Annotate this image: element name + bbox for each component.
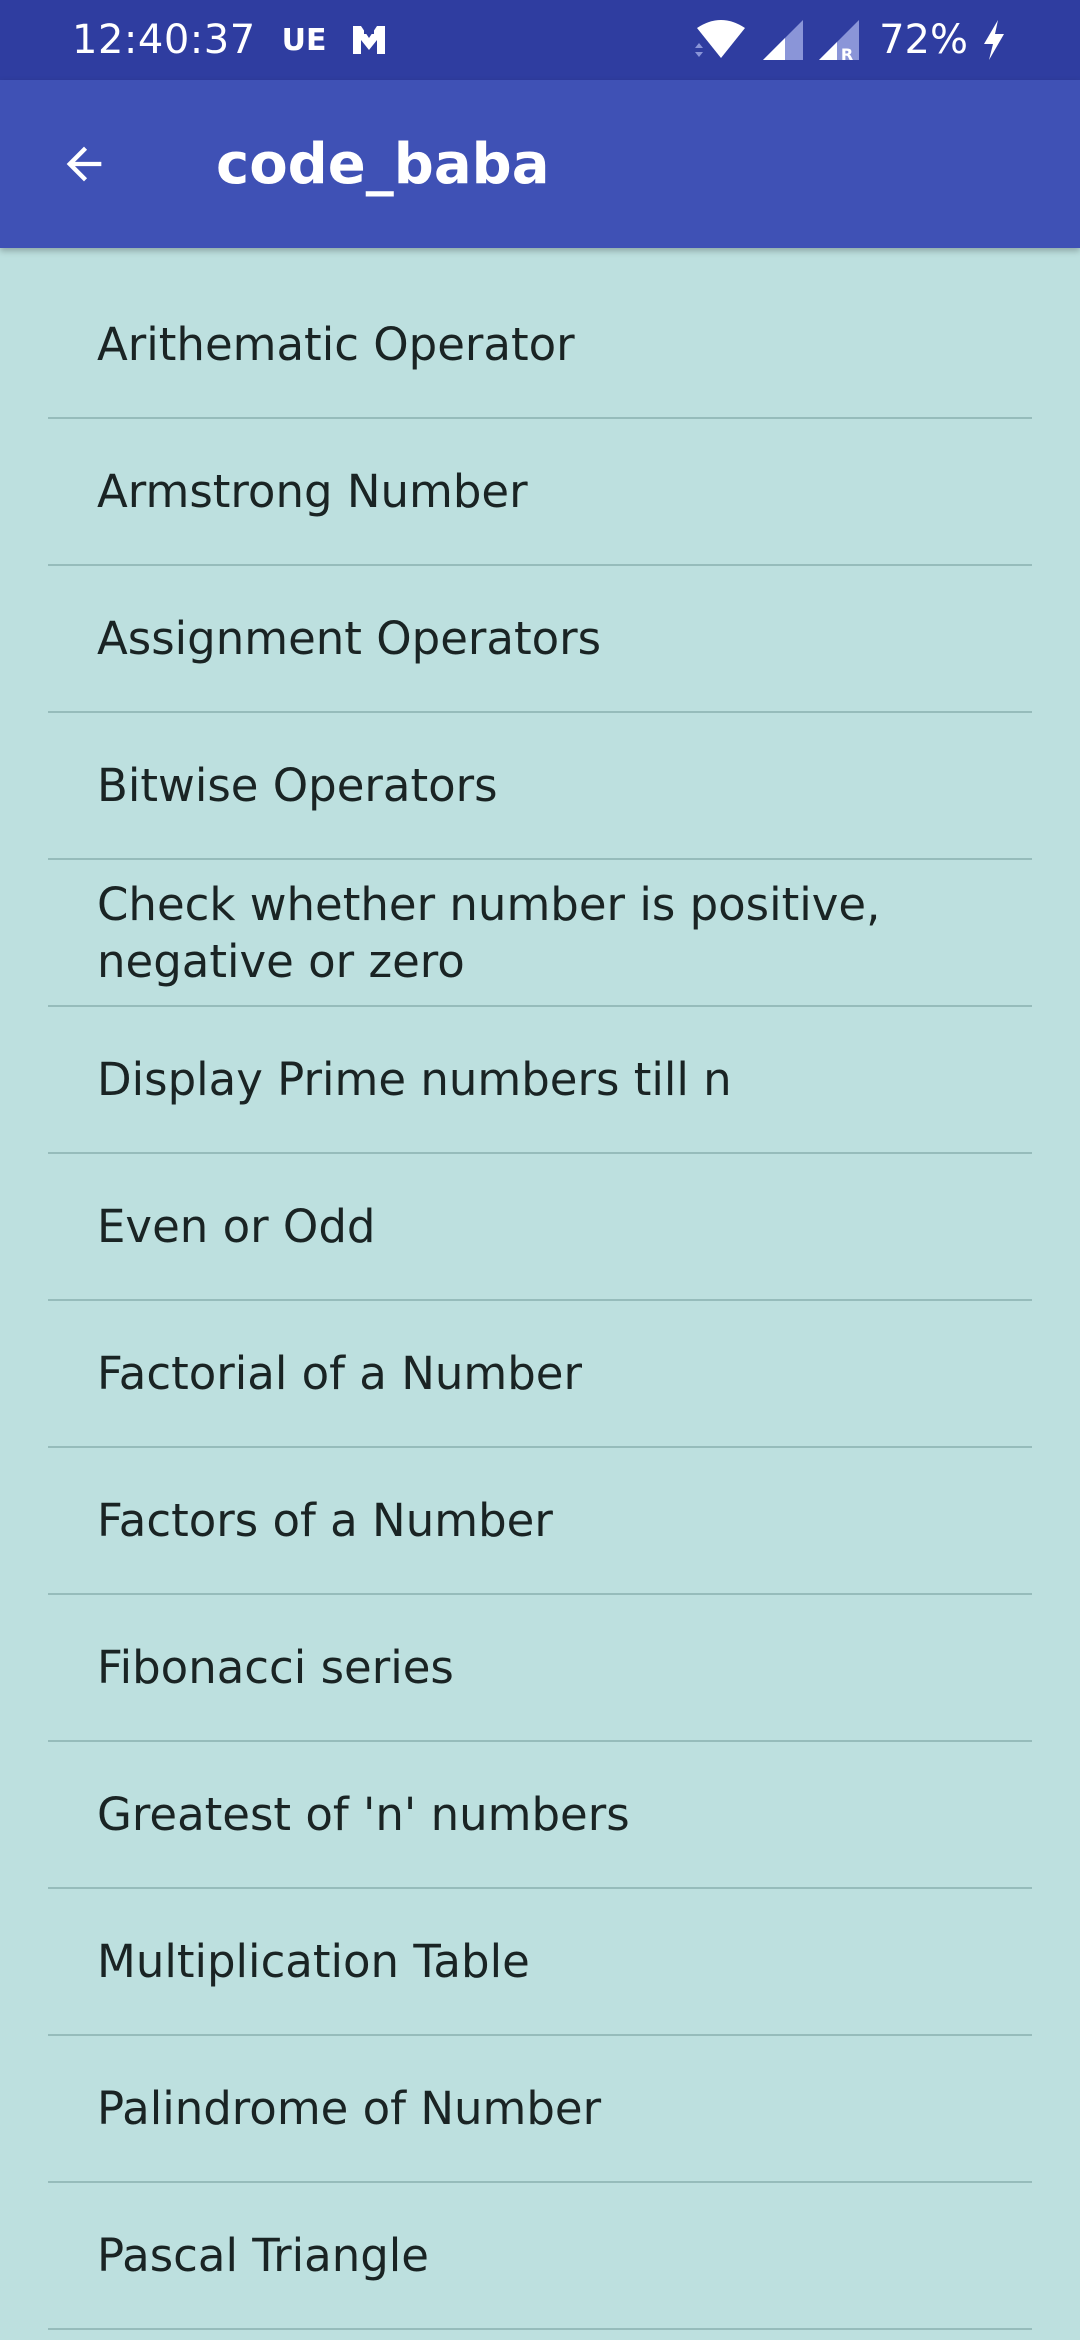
list-item[interactable]: Pascal Triangle: [48, 2183, 1032, 2330]
list-item[interactable]: Fibonacci series: [48, 1595, 1032, 1742]
list-item[interactable]: Multiplication Table: [48, 1889, 1032, 2036]
list-item[interactable]: Greatest of 'n' numbers: [48, 1742, 1032, 1889]
list-item-label: Display Prime numbers till n: [97, 1053, 732, 1106]
signal-icon: [761, 18, 805, 62]
list-item-label: Factors of a Number: [97, 1494, 553, 1547]
status-left: 12:40:37 UE: [72, 0, 389, 80]
status-right: R 72%: [681, 0, 1008, 80]
list-item[interactable]: Check whether number is positive, negati…: [48, 860, 1032, 1007]
list-item-label: Pascal Triangle: [97, 2229, 429, 2282]
status-time: 12:40:37: [72, 17, 256, 63]
status-bar: 12:40:37 UE R 72%: [0, 0, 1080, 80]
list-item[interactable]: Bitwise Operators: [48, 713, 1032, 860]
charging-icon: [980, 18, 1008, 62]
list-item[interactable]: Even or Odd: [48, 1154, 1032, 1301]
list-item-label: Palindrome of Number: [97, 2082, 602, 2135]
program-list[interactable]: Arithematic Operator Armstrong Number As…: [0, 248, 1080, 2340]
battery-percent: 72%: [879, 17, 968, 63]
list-item-label: Greatest of 'n' numbers: [97, 1788, 630, 1841]
signal-roaming-icon: R: [817, 18, 861, 62]
list-item[interactable]: Factors of a Number: [48, 1448, 1032, 1595]
list-item-label: Bitwise Operators: [97, 759, 498, 812]
list-item[interactable]: Factorial of a Number: [48, 1301, 1032, 1448]
status-carrier: UE: [281, 22, 327, 58]
list-item[interactable]: Assignment Operators: [48, 566, 1032, 713]
wifi-icon: [693, 18, 749, 62]
page-title: code_baba: [216, 131, 550, 197]
list-item-label: Fibonacci series: [97, 1641, 454, 1694]
arrow-back-icon: [66, 146, 102, 182]
list-item[interactable]: Arithematic Operator: [48, 272, 1032, 419]
list-item-label: Multiplication Table: [97, 1935, 530, 1988]
svg-text:R: R: [841, 45, 853, 62]
list-item[interactable]: Palindrome of Number: [48, 2036, 1032, 2183]
list-item[interactable]: Armstrong Number: [48, 419, 1032, 566]
list-item-label: Arithematic Operator: [97, 318, 575, 371]
list-item-label: Assignment Operators: [97, 612, 602, 665]
list-item-label: Check whether number is positive, negati…: [97, 877, 881, 988]
app-toolbar: code_baba: [0, 80, 1080, 248]
back-button[interactable]: [36, 116, 132, 212]
list-item-label: Even or Odd: [97, 1200, 376, 1253]
list-item[interactable]: Display Prime numbers till n: [48, 1007, 1032, 1154]
list-item-label: Factorial of a Number: [97, 1347, 582, 1400]
notification-m-icon: [349, 20, 389, 60]
list-item-label: Armstrong Number: [97, 465, 528, 518]
